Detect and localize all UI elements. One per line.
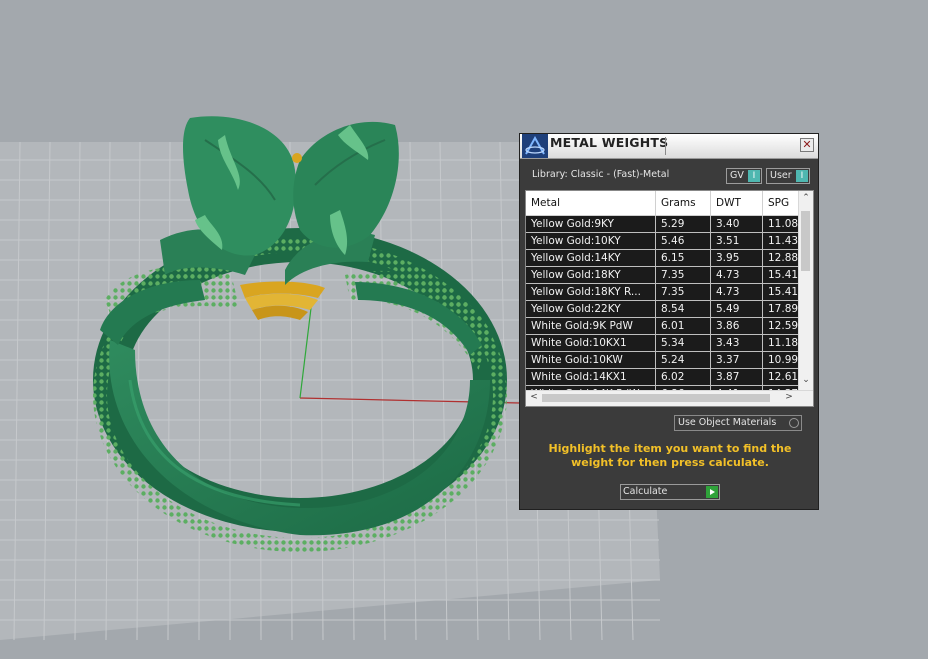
gv-toggle-label: GV <box>730 170 744 181</box>
cell-grams: 6.01 <box>656 318 711 334</box>
scroll-left-icon[interactable]: < <box>527 392 541 402</box>
cell-dwt: 3.37 <box>711 352 763 368</box>
cell-grams: 5.29 <box>656 216 711 232</box>
calculate-button[interactable]: Calculate <box>620 484 720 500</box>
cell-metal: White Gold:9K PdW <box>526 318 656 334</box>
use-object-materials-label: Use Object Materials <box>678 417 777 428</box>
user-toggle-label: User <box>770 170 792 181</box>
table-row[interactable]: Yellow Gold:10KY 5.46 3.51 11.43 <box>526 233 811 250</box>
scroll-thumb[interactable] <box>801 211 810 271</box>
cell-metal: Yellow Gold:18KY <box>526 267 656 283</box>
cell-grams: 5.34 <box>656 335 711 351</box>
table-row[interactable]: White Gold:9K PdW 6.01 3.86 12.59 <box>526 318 811 335</box>
cell-grams: 7.35 <box>656 284 711 300</box>
header-dwt[interactable]: DWT <box>711 191 763 215</box>
cell-metal: Yellow Gold:10KY <box>526 233 656 249</box>
table-row[interactable]: White Gold:10KX1 5.34 3.43 11.18 <box>526 335 811 352</box>
table-body: Yellow Gold:9KY 5.29 3.40 11.08 Yellow Gold:… <box>526 216 811 403</box>
cell-metal: White Gold:14KX1 <box>526 369 656 385</box>
table-row[interactable]: Yellow Gold:18KY R... 7.35 4.73 15.41 <box>526 284 811 301</box>
table-header: Metal Grams DWT SPG <box>526 191 811 216</box>
close-icon[interactable]: ✕ <box>800 138 814 152</box>
calculate-label: Calculate <box>623 486 668 497</box>
use-object-materials-option[interactable]: Use Object Materials <box>674 415 802 431</box>
horizontal-scrollbar[interactable]: < > <box>526 390 813 406</box>
cell-dwt: 3.43 <box>711 335 763 351</box>
instruction-text: Highlight the item you want to find the … <box>548 442 792 469</box>
scroll-down-icon[interactable]: ⌄ <box>799 375 813 385</box>
cell-metal: Yellow Gold:9KY <box>526 216 656 232</box>
scroll-up-icon[interactable]: ⌃ <box>799 193 813 203</box>
cell-metal: Yellow Gold:22KY <box>526 301 656 317</box>
panel-title: METAL WEIGHTS <box>550 135 669 150</box>
radio-icon[interactable] <box>789 418 799 428</box>
cell-dwt: 3.40 <box>711 216 763 232</box>
table-row[interactable]: White Gold:10KW 5.24 3.37 10.99 <box>526 352 811 369</box>
header-metal[interactable]: Metal <box>526 191 656 215</box>
cell-dwt: 4.73 <box>711 284 763 300</box>
toggle-knob-icon: I <box>796 170 808 182</box>
cell-grams: 6.02 <box>656 369 711 385</box>
scroll-thumb[interactable] <box>542 394 770 402</box>
panel-titlebar[interactable]: METAL WEIGHTS ✕ <box>520 134 818 159</box>
cell-metal: Yellow Gold:14KY <box>526 250 656 266</box>
cell-dwt: 5.49 <box>711 301 763 317</box>
cell-grams: 5.46 <box>656 233 711 249</box>
cell-grams: 5.24 <box>656 352 711 368</box>
cell-dwt: 3.86 <box>711 318 763 334</box>
scroll-right-icon[interactable]: > <box>782 392 796 402</box>
cell-grams: 7.35 <box>656 267 711 283</box>
table-row[interactable]: Yellow Gold:18KY 7.35 4.73 15.41 <box>526 267 811 284</box>
table-row[interactable]: Yellow Gold:14KY 6.15 3.95 12.88 <box>526 250 811 267</box>
vertical-scrollbar[interactable]: ⌃ ⌄ <box>798 191 813 391</box>
cell-dwt: 3.51 <box>711 233 763 249</box>
cell-metal: White Gold:10KW <box>526 352 656 368</box>
gv-toggle[interactable]: GV I <box>726 168 762 184</box>
library-label: Library: Classic - (Fast)-Metal <box>532 169 670 180</box>
calculate-arrow-icon[interactable] <box>706 486 718 498</box>
cell-grams: 8.54 <box>656 301 711 317</box>
cell-dwt: 3.87 <box>711 369 763 385</box>
cell-grams: 6.15 <box>656 250 711 266</box>
table-row[interactable]: Yellow Gold:22KY 8.54 5.49 17.89 <box>526 301 811 318</box>
header-grams[interactable]: Grams <box>656 191 711 215</box>
cell-metal: White Gold:10KX1 <box>526 335 656 351</box>
toggle-knob-icon: I <box>748 170 760 182</box>
title-divider <box>665 137 666 155</box>
cell-dwt: 4.73 <box>711 267 763 283</box>
table-row[interactable]: White Gold:14KX1 6.02 3.87 12.61 <box>526 369 811 386</box>
cell-dwt: 3.95 <box>711 250 763 266</box>
table-row[interactable]: Yellow Gold:9KY 5.29 3.40 11.08 <box>526 216 811 233</box>
app-logo-icon <box>522 134 548 158</box>
metal-weights-panel: METAL WEIGHTS ✕ Library: Classic - (Fast… <box>519 133 819 510</box>
metal-table[interactable]: Metal Grams DWT SPG Yellow Gold:9KY 5.29 3… <box>525 190 814 407</box>
user-toggle[interactable]: User I <box>766 168 810 184</box>
cell-metal: Yellow Gold:18KY R... <box>526 284 656 300</box>
